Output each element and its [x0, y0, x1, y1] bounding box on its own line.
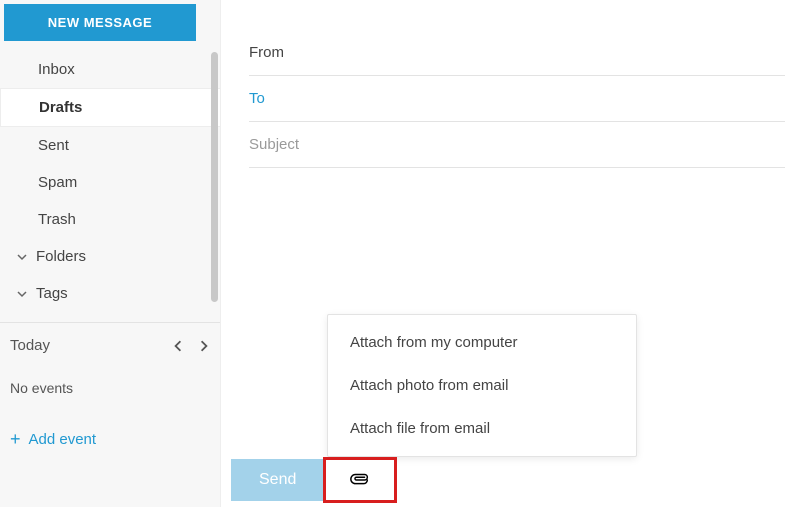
sidebar-item-sent[interactable]: Sent	[0, 127, 220, 164]
attach-photo-from-email[interactable]: Attach photo from email	[328, 364, 636, 407]
from-field[interactable]: From	[249, 30, 785, 76]
send-button[interactable]: Send	[231, 459, 324, 501]
paperclip-icon	[349, 472, 371, 488]
compose-panel: From To Attach from my computer Attach p…	[220, 0, 795, 507]
subject-input[interactable]	[249, 136, 785, 153]
sidebar-item-trash[interactable]: Trash	[0, 201, 220, 238]
chevron-down-icon	[14, 289, 30, 299]
to-field[interactable]: To	[249, 76, 785, 122]
sidebar-section-label: Folders	[36, 248, 86, 265]
add-event-button[interactable]: + Add event	[10, 430, 210, 448]
agenda-empty-text: No events	[10, 380, 210, 396]
attach-button[interactable]	[323, 457, 397, 503]
plus-icon: +	[10, 430, 21, 448]
agenda-prev-button[interactable]	[172, 340, 184, 352]
attach-menu: Attach from my computer Attach photo fro…	[327, 314, 637, 457]
attach-file-from-email[interactable]: Attach file from email	[328, 407, 636, 450]
sidebar-section-folders[interactable]: Folders	[0, 238, 220, 275]
folder-list: Inbox Drafts Sent Spam Trash Folders Tag…	[0, 45, 220, 312]
sidebar-section-label: Tags	[36, 285, 68, 302]
sidebar-item-spam[interactable]: Spam	[0, 164, 220, 201]
sidebar-section-tags[interactable]: Tags	[0, 275, 220, 312]
to-label: To	[249, 90, 265, 107]
scrollbar-thumb[interactable]	[211, 52, 218, 302]
chevron-down-icon	[14, 252, 30, 262]
sidebar-item-drafts[interactable]: Drafts	[0, 88, 221, 127]
attach-from-computer[interactable]: Attach from my computer	[328, 321, 636, 364]
agenda-next-button[interactable]	[198, 340, 210, 352]
sidebar-item-inbox[interactable]: Inbox	[0, 51, 220, 88]
agenda-panel: Today No events + Add event	[0, 322, 220, 462]
new-message-button[interactable]: NEW MESSAGE	[4, 4, 196, 41]
from-label: From	[249, 44, 284, 61]
add-event-label: Add event	[29, 431, 97, 448]
compose-toolbar: Send	[231, 457, 795, 503]
sidebar: NEW MESSAGE Inbox Drafts Sent Spam Trash…	[0, 0, 220, 507]
agenda-title: Today	[10, 337, 50, 354]
subject-field[interactable]	[249, 122, 785, 168]
